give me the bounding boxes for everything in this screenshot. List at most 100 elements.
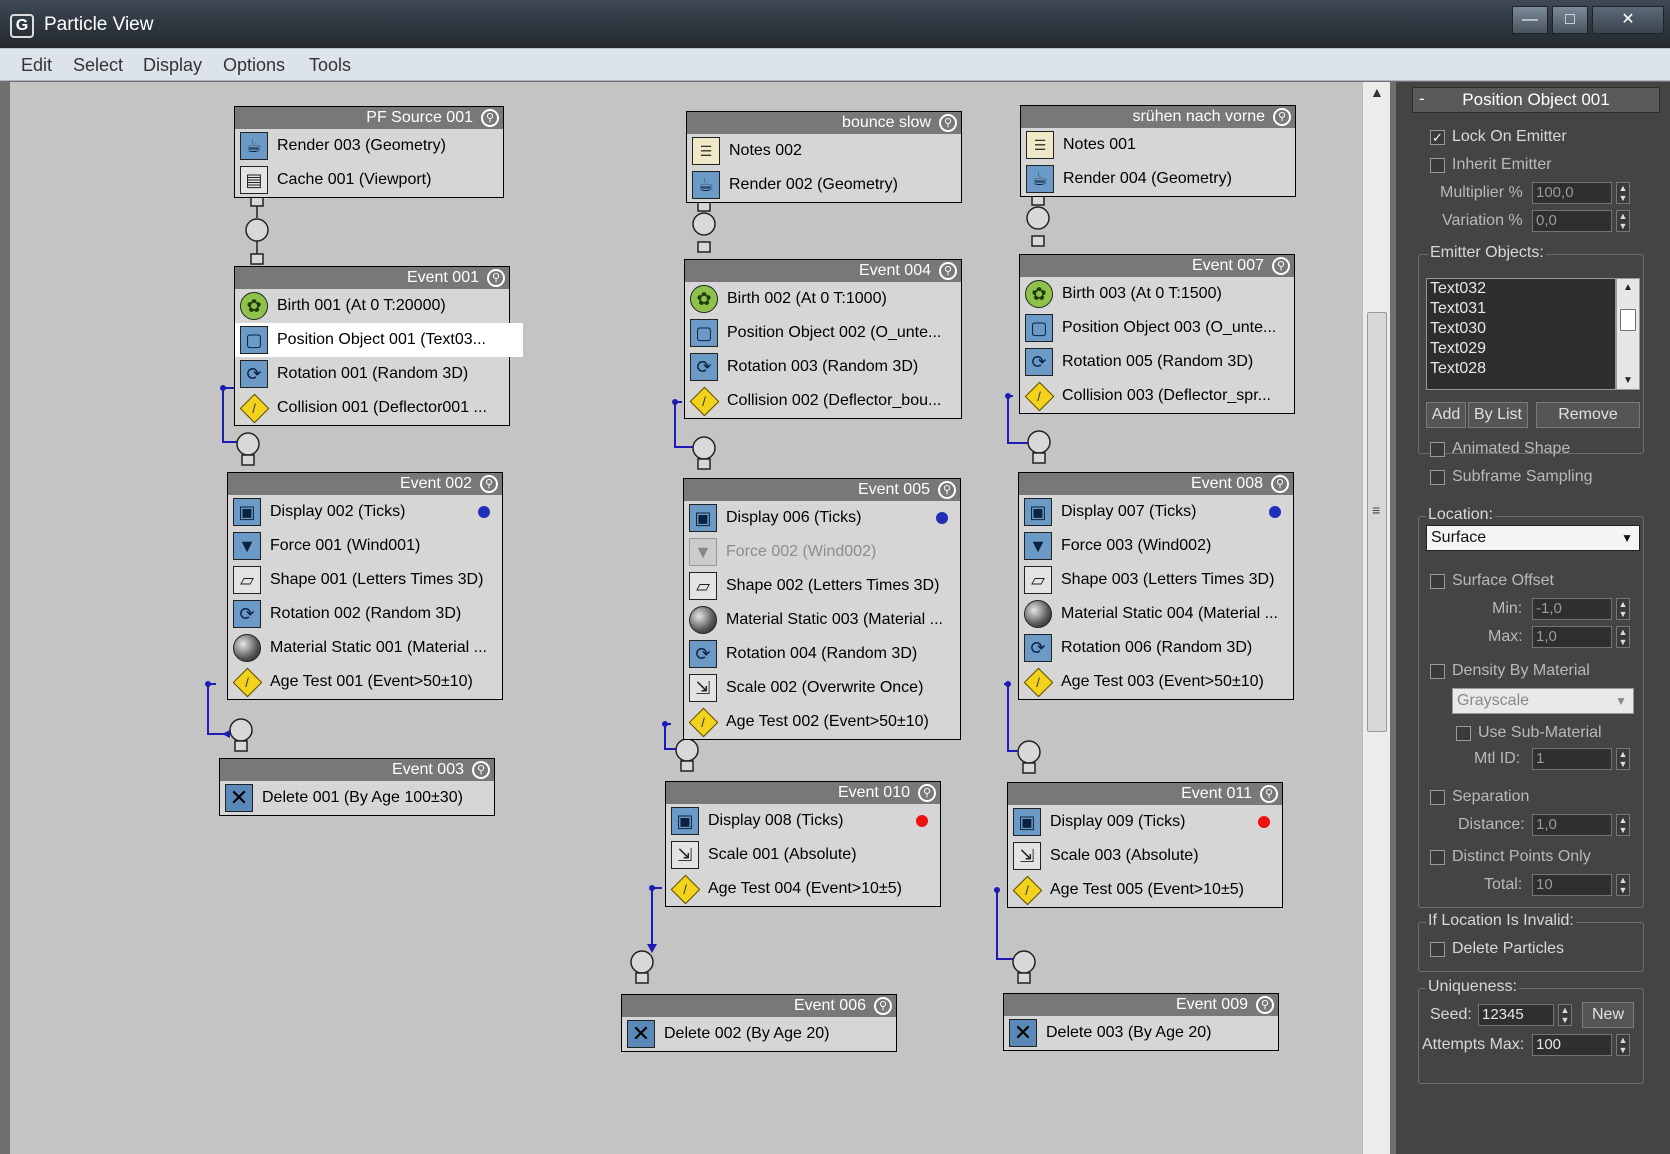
seed-spinner[interactable]: ▲ ▼ [1558, 1004, 1572, 1026]
lightbulb-icon[interactable]: ⚲ [918, 784, 936, 802]
operator-collision[interactable]: / Collision 002 (Deflector_bou... [685, 384, 961, 418]
multiplier-field[interactable]: 100,0 [1532, 182, 1612, 204]
distinct-points-only-checkbox[interactable] [1430, 850, 1445, 865]
lightbulb-icon[interactable]: ⚲ [1272, 257, 1290, 275]
minimize-button[interactable]: — [1512, 6, 1548, 34]
close-button[interactable]: ✕ [1592, 6, 1664, 34]
lightbulb-icon[interactable]: ⚲ [1271, 475, 1289, 493]
scroll-thumb[interactable] [1367, 312, 1387, 732]
menu-tools[interactable]: Tools [309, 55, 351, 76]
operator-scale[interactable]: ⇲ Scale 002 (Overwrite Once) [684, 671, 960, 705]
node-event-001[interactable]: Event 001 ⚲ ✿ Birth 001 (At 0 T:20000) ▢ Po… [234, 266, 523, 426]
node-event-002[interactable]: Event 002 ⚲ ▣ Display 002 (Ticks) ▼ Force 0… [227, 472, 503, 700]
operator-display[interactable]: ▣ Display 006 (Ticks) [684, 501, 960, 535]
rollout-header[interactable]: - Position Object 001 [1412, 87, 1660, 113]
operator-age-test[interactable]: / Age Test 002 (Event>50±10) [684, 705, 960, 739]
max-field[interactable]: 1,0 [1532, 626, 1612, 648]
location-dropdown[interactable]: Surface ▼ [1426, 525, 1640, 551]
node-event-008[interactable]: Event 008 ⚲ ▣ Display 007 (Ticks) ▼ Force 0… [1018, 472, 1294, 700]
node-event-005[interactable]: Event 005 ⚲ ▣ Display 006 (Ticks) ▼ Force 0… [683, 478, 961, 740]
node-event-006[interactable]: Event 006 ⚲ ✕ Delete 002 (By Age 20) [621, 994, 897, 1052]
lightbulb-icon[interactable]: ⚲ [481, 109, 499, 127]
node-spruehen-nach-vorne[interactable]: srühen nach vorne ⚲ ☰ Notes 001 ☕ Render 00… [1020, 105, 1296, 197]
max-spinner[interactable]: ▲ ▼ [1616, 626, 1630, 648]
node-pf-source-001[interactable]: PF Source 001 ⚲ ☕ Render 003 (Geometry) ▤ C… [234, 106, 504, 198]
list-item[interactable]: Text029 [1427, 339, 1615, 359]
emitter-objects-list[interactable]: Text032 Text031 Text030 Text029 Text028 [1426, 278, 1616, 390]
operator-display[interactable]: ▣ Display 008 (Ticks) [666, 804, 940, 838]
emitter-list-scrollbar[interactable]: ▲ ▼ [1616, 278, 1640, 390]
node-event-010[interactable]: Event 010 ⚲ ▣ Display 008 (Ticks) ⇲ Scale 0… [665, 781, 941, 907]
operator-delete[interactable]: ✕ Delete 002 (By Age 20) [622, 1017, 896, 1051]
variation-spinner[interactable]: ▲ ▼ [1616, 210, 1630, 232]
lightbulb-icon[interactable]: ⚲ [1260, 785, 1278, 803]
inherit-emitter-checkbox[interactable] [1430, 158, 1445, 173]
node-event-009[interactable]: Event 009 ⚲ ✕ Delete 003 (By Age 20) [1003, 993, 1279, 1051]
menu-display[interactable]: Display [143, 55, 202, 76]
by-list-button[interactable]: By List [1468, 402, 1528, 428]
list-item[interactable]: Text031 [1427, 299, 1615, 319]
operator-render[interactable]: ☕ Render 004 (Geometry) [1021, 162, 1295, 196]
lightbulb-icon[interactable]: ⚲ [472, 761, 490, 779]
operator-material-static[interactable]: Material Static 003 (Material ... [684, 603, 960, 637]
operator-rotation[interactable]: ⟳ Rotation 004 (Random 3D) [684, 637, 960, 671]
total-field[interactable]: 10 [1532, 874, 1612, 896]
node-event-007[interactable]: Event 007 ⚲ ✿ Birth 003 (At 0 T:1500) ▢ Pos… [1019, 254, 1295, 414]
mtl-id-field[interactable]: 1 [1532, 748, 1612, 770]
menu-options[interactable]: Options [223, 55, 285, 76]
collapse-icon[interactable]: - [1419, 87, 1425, 111]
operator-birth[interactable]: ✿ Birth 003 (At 0 T:1500) [1020, 277, 1294, 311]
operator-collision[interactable]: / Collision 001 (Deflector001 ... [235, 391, 509, 425]
operator-shape[interactable]: ▱ Shape 001 (Letters Times 3D) [228, 563, 502, 597]
lock-on-emitter-checkbox[interactable]: ✓ [1430, 130, 1445, 145]
node-bounce-slow[interactable]: bounce slow ⚲ ☰ Notes 002 ☕ Render 002 (Geo… [686, 111, 962, 203]
operator-delete[interactable]: ✕ Delete 001 (By Age 100±30) [220, 781, 494, 815]
lightbulb-icon[interactable]: ⚲ [874, 997, 892, 1015]
delete-particles-checkbox[interactable] [1430, 942, 1445, 957]
lightbulb-icon[interactable]: ⚲ [1273, 108, 1291, 126]
operator-age-test[interactable]: / Age Test 003 (Event>50±10) [1019, 665, 1293, 699]
scroll-thumb[interactable] [1620, 309, 1636, 331]
node-event-004[interactable]: Event 004 ⚲ ✿ Birth 002 (At 0 T:1000) ▢ Pos… [684, 259, 962, 419]
operator-material-static[interactable]: Material Static 001 (Material ... [228, 631, 502, 665]
list-item[interactable]: Text032 [1427, 279, 1615, 299]
operator-force-disabled[interactable]: ▼ Force 002 (Wind002) [684, 535, 960, 569]
attempts-max-spinner[interactable]: ▲ ▼ [1616, 1034, 1630, 1056]
particle-view-canvas[interactable]: PF Source 001 ⚲ ☕ Render 003 (Geometry) ▤ C… [10, 82, 1362, 1154]
menu-select[interactable]: Select [73, 55, 123, 76]
lightbulb-icon[interactable]: ⚲ [939, 262, 957, 280]
operator-position-object[interactable]: ▢ Position Object 003 (O_unte... [1020, 311, 1294, 345]
menu-edit[interactable]: Edit [21, 55, 52, 76]
min-field[interactable]: -1,0 [1532, 598, 1612, 620]
operator-shape[interactable]: ▱ Shape 002 (Letters Times 3D) [684, 569, 960, 603]
operator-birth[interactable]: ✿ Birth 001 (At 0 T:20000) [235, 289, 509, 323]
distance-spinner[interactable]: ▲ ▼ [1616, 814, 1630, 836]
operator-force[interactable]: ▼ Force 001 (Wind001) [228, 529, 502, 563]
operator-display[interactable]: ▣ Display 002 (Ticks) [228, 495, 502, 529]
seed-field[interactable]: 12345 [1478, 1004, 1554, 1026]
remove-button[interactable]: Remove [1536, 402, 1640, 428]
operator-display[interactable]: ▣ Display 009 (Ticks) [1008, 805, 1282, 839]
operator-display[interactable]: ▣ Display 007 (Ticks) [1019, 495, 1293, 529]
operator-age-test[interactable]: / Age Test 004 (Event>10±5) [666, 872, 940, 906]
lightbulb-icon[interactable]: ⚲ [938, 481, 956, 499]
node-event-003[interactable]: Event 003 ⚲ ✕ Delete 001 (By Age 100±30) [219, 758, 495, 816]
list-item[interactable]: Text028 [1427, 359, 1615, 379]
operator-render[interactable]: ☕ Render 002 (Geometry) [687, 168, 961, 202]
operator-rotation[interactable]: ⟳ Rotation 006 (Random 3D) [1019, 631, 1293, 665]
operator-age-test[interactable]: / Age Test 001 (Event>50±10) [228, 665, 502, 699]
use-sub-material-checkbox[interactable] [1456, 726, 1471, 741]
mtl-id-spinner[interactable]: ▲ ▼ [1616, 748, 1630, 770]
operator-rotation[interactable]: ⟳ Rotation 005 (Random 3D) [1020, 345, 1294, 379]
new-seed-button[interactable]: New [1582, 1002, 1634, 1028]
subframe-sampling-checkbox[interactable] [1430, 470, 1445, 485]
operator-notes[interactable]: ☰ Notes 001 [1021, 128, 1295, 162]
list-item[interactable]: Text030 [1427, 319, 1615, 339]
operator-delete[interactable]: ✕ Delete 003 (By Age 20) [1004, 1016, 1278, 1050]
operator-scale[interactable]: ⇲ Scale 001 (Absolute) [666, 838, 940, 872]
min-spinner[interactable]: ▲ ▼ [1616, 598, 1630, 620]
operator-notes[interactable]: ☰ Notes 002 [687, 134, 961, 168]
scroll-down-arrow-icon[interactable]: ▼ [1623, 375, 1633, 386]
operator-material-static[interactable]: Material Static 004 (Material ... [1019, 597, 1293, 631]
total-spinner[interactable]: ▲ ▼ [1616, 874, 1630, 896]
